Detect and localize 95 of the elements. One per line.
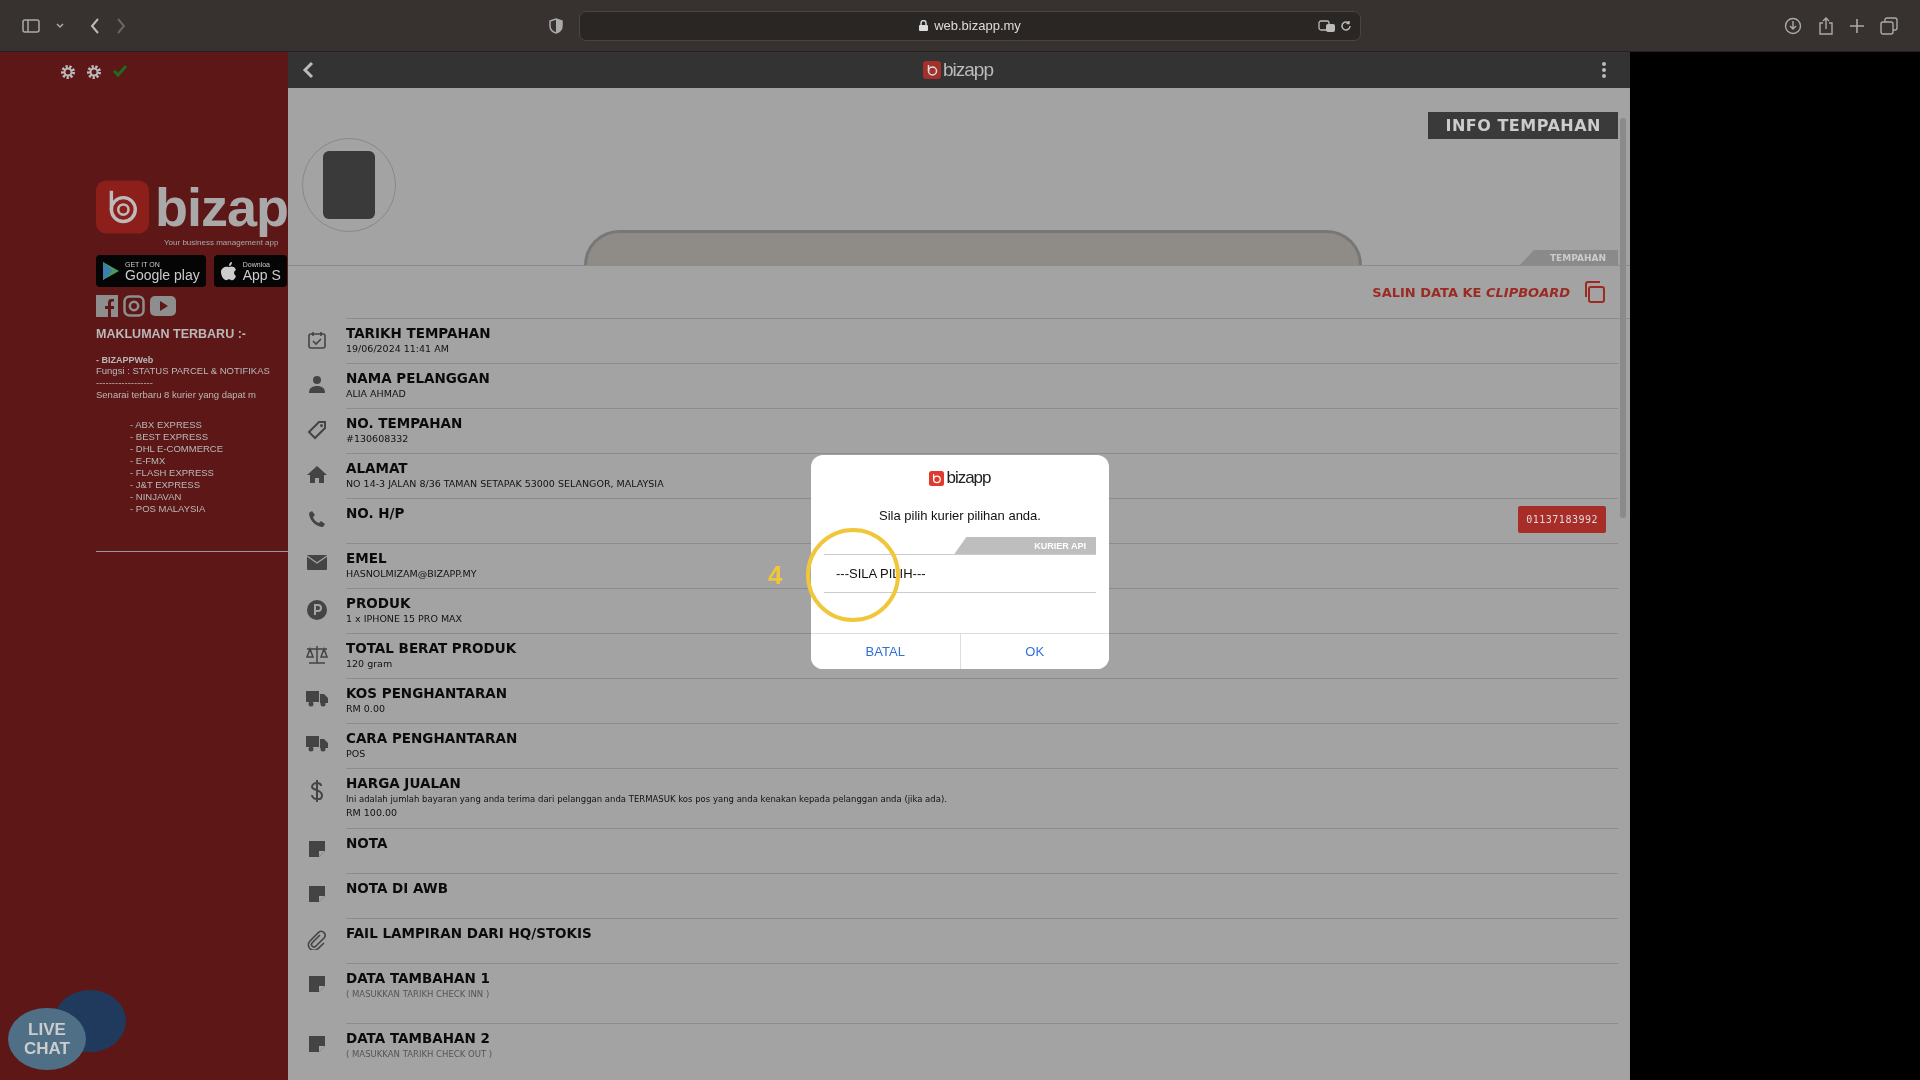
field-label: HARGA JUALAN (346, 775, 461, 792)
notice-heading: - BIZAPPWeb (96, 355, 155, 365)
translate-icon[interactable] (1318, 19, 1336, 32)
facebook-icon[interactable] (96, 295, 118, 317)
sticky-note-icon (308, 1035, 326, 1053)
courier-item: - NINJAVAN (130, 491, 183, 503)
field-label: NO. H/P (346, 505, 405, 522)
field-label: TOTAL BERAT PRODUK (346, 640, 517, 657)
field-value: NO 14-3 JALAN 8/36 TAMAN SETAPAK 53000 SELANGOR, MALAYSIA (346, 477, 664, 491)
field-value: 1 x IPHONE 15 PRO MAX (346, 612, 463, 626)
bizapp-logo-icon (929, 470, 945, 486)
field-label: KOS PENGHANTARAN (346, 685, 508, 702)
scrollbar-thumb[interactable] (1620, 118, 1626, 518)
field-value: 19/06/2024 11:41 AM (346, 342, 449, 356)
notice-text: Senarai terbaru 8 kurier yang dapat m (96, 389, 257, 401)
field-label: EMEL (346, 550, 387, 567)
field-label: NAMA PELANGGAN (346, 370, 490, 387)
phone-icon (308, 510, 326, 528)
phone-number-button[interactable]: 01137183992 (1518, 506, 1606, 533)
sticky-note-icon (308, 975, 326, 993)
field-label: ALAMAT (346, 460, 408, 477)
notice-title: MAKLUMAN TERBARU :- (96, 327, 247, 341)
checkmark-icon[interactable] (112, 64, 128, 78)
field-value: POS (346, 747, 366, 761)
courier-item: - BEST EXPRESS (130, 431, 209, 443)
notice-text: Fungsi : STATUS PARCEL & NOTIFIKAS (96, 365, 271, 377)
tagline: Your business management app (164, 238, 280, 247)
field-label: CARA PENGHANTARAN (346, 730, 518, 747)
sticky-note-icon (308, 885, 326, 903)
courier-item: - FLASH EXPRESS (130, 467, 215, 479)
copy-to-clipboard-link[interactable]: SALIN DATA KE CLIPBOARD (1372, 284, 1570, 300)
dialog-message: Sila pilih kurier pilihan anda. (879, 508, 1041, 523)
field-value: ALIA AHMAD (346, 387, 406, 401)
sticky-note-icon (308, 840, 326, 858)
notice-text: ------------------ (96, 377, 154, 389)
gear-icon[interactable] (60, 64, 76, 80)
paperclip-icon (307, 930, 327, 950)
sidebar-toggle-icon[interactable] (22, 18, 40, 33)
truck-icon (306, 690, 328, 707)
logo-text: bizapp (946, 468, 991, 488)
play-icon (102, 261, 120, 281)
courier-item: - ABX EXPRESS (130, 419, 203, 431)
url-text: web.bizapp.my (934, 18, 1021, 33)
plus-icon[interactable] (1850, 18, 1864, 33)
field-label: TARIKH TEMPAHAN (346, 325, 491, 342)
chevron-down-icon[interactable] (56, 22, 64, 29)
shield-icon[interactable] (549, 17, 563, 34)
apple-icon (219, 261, 238, 281)
person-icon (309, 375, 325, 393)
address-bar[interactable]: web.bizapp.my (579, 10, 1361, 41)
instagram-icon[interactable] (123, 295, 145, 317)
section-tag: TEMPAHAN (1520, 250, 1618, 265)
field-label: DATA TAMBAHAN 1 (346, 970, 490, 987)
share-icon[interactable] (1818, 16, 1834, 35)
dialog-button[interactable]: OK (959, 634, 1109, 669)
courier-item: - J&T EXPRESS (130, 479, 202, 491)
calendar-check-icon (307, 330, 327, 350)
house-icon (307, 465, 327, 483)
field-hint: ( MASUKKAN TARIKH CHECK INN ) (346, 988, 490, 1001)
courier-item: - DHL E-COMMERCE (130, 443, 225, 455)
field-value: RM 100.00 (346, 806, 398, 820)
logo-text: bizapp (943, 59, 993, 81)
envelope-icon (307, 555, 327, 570)
reload-icon[interactable] (1340, 19, 1352, 32)
field-value: RM 0.00 (346, 702, 385, 716)
courier-item: - E-FMX (130, 455, 167, 467)
tabs-overview-icon[interactable] (1880, 16, 1898, 35)
truck-icon (306, 735, 328, 752)
field-label: NOTA DI AWB (346, 880, 449, 897)
p-circle-icon (307, 600, 327, 620)
field-value: 120 gram (346, 657, 393, 671)
back-icon[interactable] (302, 61, 314, 79)
field-value: #130608332 (346, 432, 409, 446)
step-number: 4 (768, 560, 783, 591)
field-label: NOTA (346, 835, 388, 852)
back-icon[interactable] (90, 17, 100, 34)
field-label: DATA TAMBAHAN 2 (346, 1030, 490, 1047)
field-label: FAIL LAMPIRAN DARI HQ/STOKIS (346, 925, 592, 942)
dollar-icon (311, 780, 323, 802)
field-value: HASNOLMIZAM@BIZAPP.MY (346, 567, 477, 581)
download-icon[interactable] (1784, 16, 1802, 35)
field-description: Ini adalah jumlah bayaran yang anda terima dari pelanggan anda TERMASUK kos pos yang anda kenakan kepada pelanggan anda (jika ada). (346, 793, 947, 806)
section-header: INFO TEMPAHAN (1428, 112, 1618, 139)
bizapp-logo-icon (923, 61, 941, 79)
tag-icon (307, 420, 327, 440)
copy-icon[interactable] (1582, 280, 1606, 304)
lock-icon (919, 20, 929, 31)
more-options-icon[interactable] (1602, 62, 1606, 78)
balance-scale-icon (305, 645, 329, 665)
field-label: NO. TEMPAHAN (346, 415, 463, 432)
gear-icon[interactable] (86, 64, 102, 80)
courier-item: - POS MALAYSIA (130, 503, 207, 515)
field-label: PRODUK (346, 595, 411, 612)
video-play-icon[interactable] (150, 296, 176, 316)
field-hint: ( MASUKKAN TARIKH CHECK OUT ) (346, 1048, 493, 1061)
